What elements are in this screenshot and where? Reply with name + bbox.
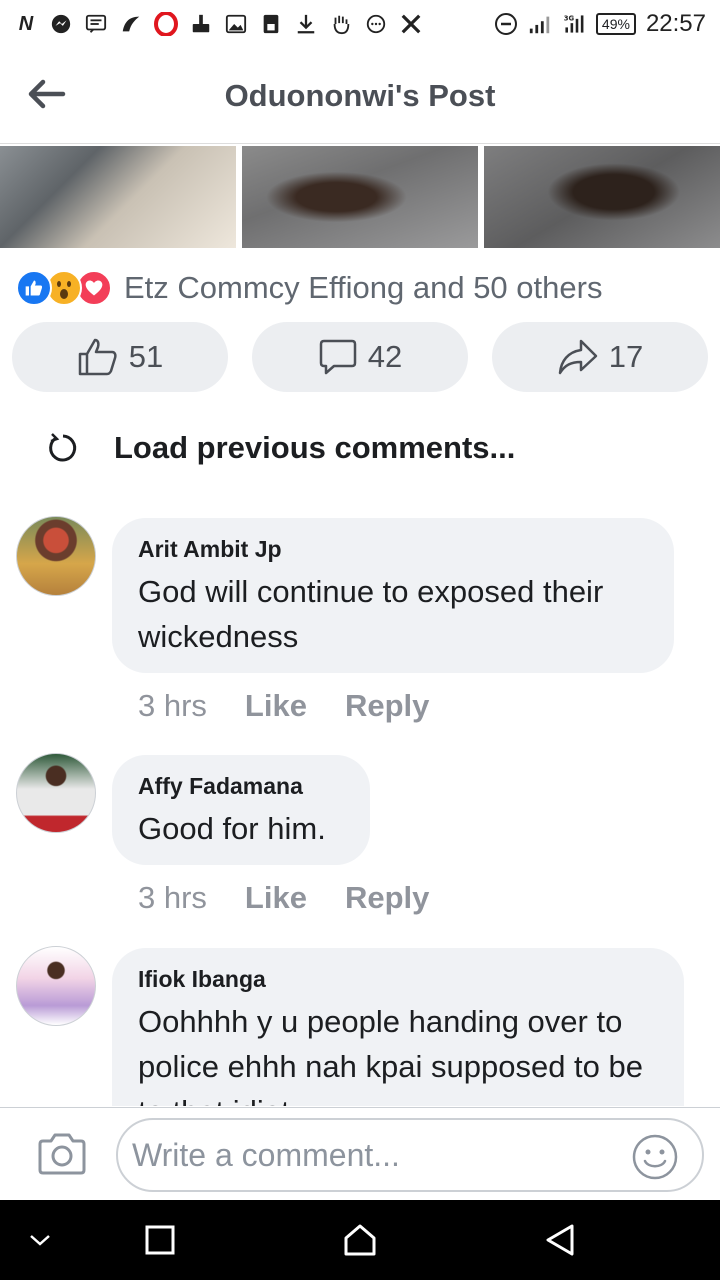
- signal-3g-icon: 3G: [562, 12, 586, 36]
- comment-author[interactable]: Ifiok Ibanga: [138, 966, 658, 993]
- avatar[interactable]: [16, 753, 96, 833]
- comment-composer: [0, 1107, 720, 1200]
- post-header: Oduononwi's Post: [0, 48, 720, 144]
- status-bar: N 3G 49% 22:57: [0, 0, 720, 48]
- comment-like-link[interactable]: Like: [245, 880, 307, 916]
- post-photo-1[interactable]: [0, 146, 236, 248]
- load-previous-label: Load previous comments...: [114, 430, 516, 465]
- reactions-summary[interactable]: Etz Commcy Effiong and 50 others: [16, 266, 602, 310]
- comment-meta: 3 hrs Like Reply: [138, 880, 429, 916]
- signal-icon: [528, 12, 552, 36]
- comment-bubble[interactable]: Arit Ambit Jp God will continue to expos…: [112, 518, 674, 673]
- battery-indicator: 49%: [595, 13, 636, 35]
- svg-text:3G: 3G: [564, 15, 575, 23]
- post-photos: [0, 146, 720, 248]
- dnd-icon: [494, 12, 518, 36]
- image-icon: [224, 12, 248, 36]
- comments-list: Arit Ambit Jp God will continue to expos…: [0, 516, 720, 1106]
- comment-meta: 3 hrs Like Reply: [138, 688, 429, 724]
- comment-text: Good for him.: [138, 811, 326, 846]
- nav-recents-button[interactable]: [140, 1220, 180, 1260]
- comment-bubble-icon: [319, 339, 356, 375]
- comment-like-link[interactable]: Like: [245, 688, 307, 724]
- camera-icon: [38, 1133, 86, 1175]
- post-actions: 51 42 17: [12, 322, 708, 392]
- smiley-icon: [632, 1134, 678, 1180]
- share-button[interactable]: 17: [492, 322, 708, 392]
- system-indicators: 3G 49% 22:57: [494, 10, 706, 38]
- reactions-summary-text: Etz Commcy Effiong and 50 others: [124, 270, 603, 305]
- hand-icon: [329, 12, 353, 36]
- comment-text: God will continue to exposed their wicke…: [138, 574, 604, 654]
- comment-author[interactable]: Arit Ambit Jp: [138, 536, 648, 563]
- save-icon: [259, 12, 283, 36]
- notification-icons: N: [14, 12, 423, 36]
- message-icon: [84, 12, 108, 36]
- page-title: Oduononwi's Post: [224, 78, 496, 113]
- thumbs-up-icon: [78, 338, 117, 376]
- chat-icon: [364, 12, 388, 36]
- camera-button[interactable]: [34, 1130, 90, 1178]
- square-icon: [145, 1225, 175, 1255]
- comment-bubble[interactable]: Affy Fadamana Good for him.: [112, 755, 370, 865]
- comment-author[interactable]: Affy Fadamana: [138, 773, 344, 800]
- comment-button[interactable]: 42: [252, 322, 468, 392]
- home-icon: [344, 1224, 376, 1256]
- post-photo-3[interactable]: [484, 146, 720, 248]
- download-icon: [294, 12, 318, 36]
- clock: 22:57: [645, 10, 706, 37]
- nav-collapse-button[interactable]: [20, 1220, 60, 1260]
- comment-time: 3 hrs: [138, 688, 207, 723]
- comment-time: 3 hrs: [138, 880, 207, 915]
- x-icon: [399, 12, 423, 36]
- messenger-icon: [49, 12, 73, 36]
- opera-icon: [154, 12, 178, 36]
- app-icon: [119, 12, 143, 36]
- cleaner-icon: [189, 12, 213, 36]
- n-app-icon: N: [18, 12, 34, 35]
- nav-home-button[interactable]: [340, 1220, 380, 1260]
- comment-input[interactable]: [116, 1118, 704, 1192]
- refresh-icon: [49, 433, 77, 462]
- triangle-back-icon: [546, 1224, 574, 1256]
- system-navigation-bar: [0, 1200, 720, 1280]
- avatar[interactable]: [16, 516, 96, 596]
- share-arrow-icon: [558, 339, 597, 375]
- comment-text: Oohhhh y u people handing over to police…: [138, 1004, 644, 1106]
- chevron-down-icon: [30, 1235, 50, 1246]
- like-count: 51: [128, 339, 164, 374]
- comment-reply-link[interactable]: Reply: [345, 688, 429, 724]
- load-previous-comments-button[interactable]: Load previous comments...: [46, 430, 515, 466]
- comment-reply-link[interactable]: Reply: [345, 880, 429, 916]
- comment-bubble[interactable]: Ifiok Ibanga Oohhhh y u people handing o…: [112, 948, 684, 1106]
- comment-count: 42: [367, 339, 403, 374]
- nav-back-button[interactable]: [540, 1220, 580, 1260]
- avatar[interactable]: [16, 946, 96, 1026]
- like-button[interactable]: 51: [12, 322, 228, 392]
- post-photo-2[interactable]: [242, 146, 478, 248]
- emoji-button[interactable]: [630, 1132, 680, 1182]
- like-reaction-icon: [16, 270, 52, 306]
- share-count: 17: [608, 339, 644, 374]
